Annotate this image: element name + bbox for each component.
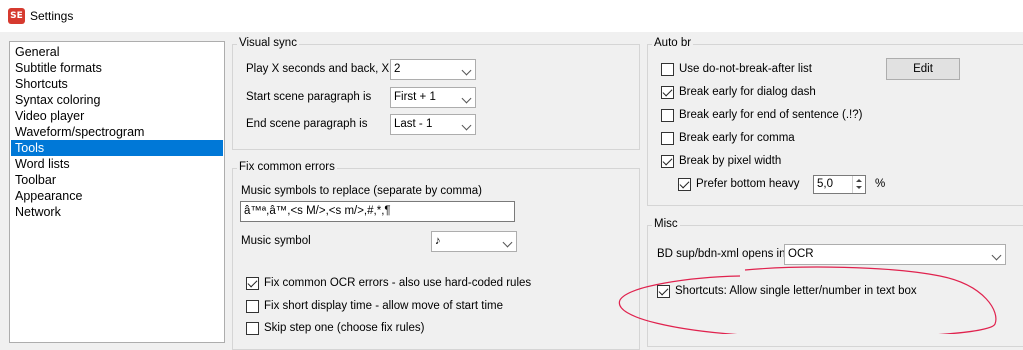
nav-item-general[interactable]: General: [11, 44, 223, 60]
prefer-bottom-heavy-label: Prefer bottom heavy: [696, 178, 800, 190]
bdn-opens-in-label: BD sup/bdn-xml opens in: [657, 248, 786, 260]
break-by-pixel-width-checkbox[interactable]: [661, 155, 674, 168]
prefer-bottom-heavy-stepper[interactable]: 5,0: [813, 175, 866, 194]
title-bar: SE Settings: [0, 0, 1023, 32]
play-seconds-value: 2: [394, 63, 401, 75]
bdn-opens-in-value: OCR: [788, 248, 814, 260]
chevron-down-icon: [991, 250, 1002, 261]
visual-sync-title: Visual sync: [237, 37, 299, 49]
break-early-end-sentence-checkbox[interactable]: [661, 109, 674, 122]
fix-common-errors-title: Fix common errors: [237, 161, 337, 173]
nav-item-tools[interactable]: Tools: [11, 140, 223, 156]
auto-br-title: Auto br: [652, 37, 694, 49]
percent-unit-label: %: [875, 178, 886, 190]
start-scene-value: First + 1: [394, 91, 436, 103]
settings-category-list[interactable]: General Subtitle formats Shortcuts Synta…: [9, 41, 225, 343]
fix-short-display-label: Fix short display time - allow move of s…: [264, 300, 504, 312]
chevron-down-icon: [502, 237, 513, 248]
edit-button[interactable]: Edit: [886, 58, 960, 80]
fix-short-display-checkbox[interactable]: [246, 300, 259, 313]
end-scene-label: End scene paragraph is: [246, 118, 368, 130]
spin-down-icon[interactable]: [856, 186, 862, 189]
nav-item-syntax-coloring[interactable]: Syntax coloring: [11, 92, 223, 108]
break-early-dialog-dash-checkbox[interactable]: [661, 86, 674, 99]
break-early-dialog-dash-label: Break early for dialog dash: [679, 86, 816, 98]
music-symbol-value: ♪: [435, 235, 441, 247]
nav-item-network[interactable]: Network: [11, 204, 223, 220]
skip-step-one-label: Skip step one (choose fix rules): [264, 322, 425, 334]
prefer-bottom-heavy-value: 5,0: [817, 178, 833, 190]
nav-item-appearance[interactable]: Appearance: [11, 188, 223, 204]
nav-item-word-lists[interactable]: Word lists: [11, 156, 223, 172]
break-by-pixel-width-label: Break by pixel width: [679, 155, 782, 167]
prefer-bottom-heavy-checkbox[interactable]: [678, 178, 691, 191]
nav-item-subtitle-formats[interactable]: Subtitle formats: [11, 60, 223, 76]
spin-up-icon[interactable]: [856, 179, 862, 182]
music-symbol-label: Music symbol: [241, 235, 311, 247]
play-seconds-label: Play X seconds and back, X is: [246, 63, 401, 75]
nav-item-toolbar[interactable]: Toolbar: [11, 172, 223, 188]
misc-title: Misc: [652, 218, 680, 230]
start-scene-select[interactable]: First + 1: [390, 87, 476, 108]
shortcuts-single-letter-label: Shortcuts: Allow single letter/number in…: [675, 285, 917, 297]
nav-item-waveform[interactable]: Waveform/spectrogram: [11, 124, 223, 140]
break-early-comma-label: Break early for comma: [679, 132, 795, 144]
break-early-end-sentence-label: Break early for end of sentence (.!?): [679, 109, 863, 121]
end-scene-select[interactable]: Last - 1: [390, 114, 476, 135]
do-not-break-after-checkbox[interactable]: [661, 63, 674, 76]
fix-ocr-errors-label: Fix common OCR errors - also use hard-co…: [264, 277, 532, 289]
bdn-opens-in-select[interactable]: OCR: [784, 244, 1006, 265]
shortcuts-single-letter-checkbox[interactable]: [657, 285, 670, 298]
subtitle-edit-logo-icon: SE: [8, 8, 25, 24]
do-not-break-after-label: Use do-not-break-after list: [679, 63, 812, 75]
music-replace-input[interactable]: â™ª,â™,<s M/>,<s m/>,#,*,¶: [240, 201, 515, 222]
spin-buttons[interactable]: [852, 176, 865, 193]
chevron-down-icon: [461, 120, 472, 131]
window-title: Settings: [30, 9, 74, 23]
chevron-down-icon: [461, 93, 472, 104]
play-seconds-select[interactable]: 2: [390, 59, 476, 80]
fix-ocr-errors-checkbox[interactable]: [246, 277, 259, 290]
break-early-comma-checkbox[interactable]: [661, 132, 674, 145]
chevron-down-icon: [461, 65, 472, 76]
music-symbol-select[interactable]: ♪: [431, 231, 517, 252]
start-scene-label: Start scene paragraph is: [246, 91, 372, 103]
nav-item-video-player[interactable]: Video player: [11, 108, 223, 124]
end-scene-value: Last - 1: [394, 118, 433, 130]
music-replace-label: Music symbols to replace (separate by co…: [241, 185, 482, 197]
skip-step-one-checkbox[interactable]: [246, 322, 259, 335]
nav-item-shortcuts[interactable]: Shortcuts: [11, 76, 223, 92]
